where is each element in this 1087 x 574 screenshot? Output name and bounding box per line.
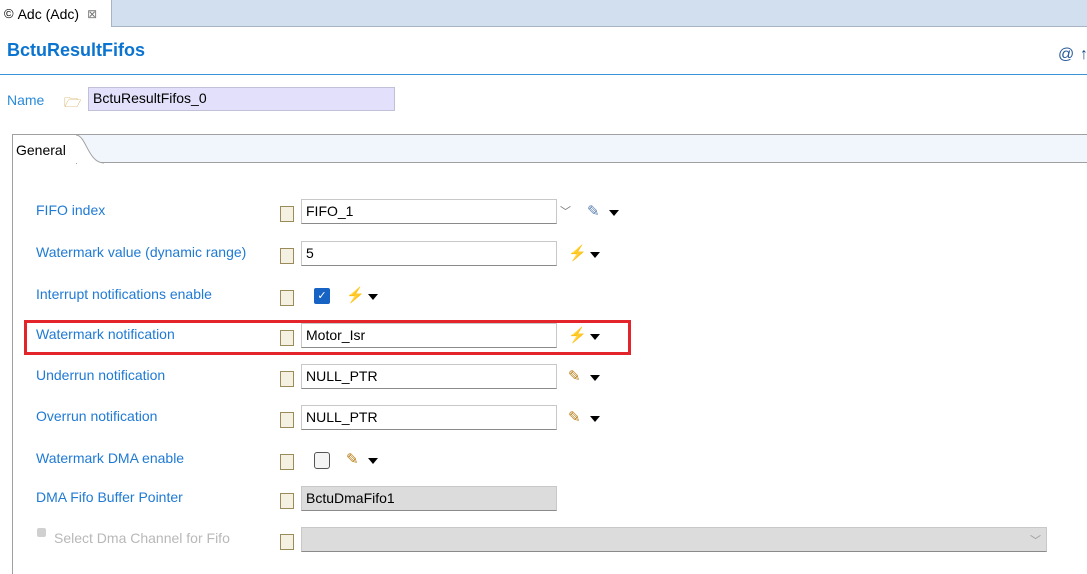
dropdown-arrow-icon[interactable] xyxy=(590,416,600,422)
edit-icon[interactable]: ✎ xyxy=(568,408,581,426)
row-label: Underrun notification xyxy=(36,367,166,383)
header-divider xyxy=(0,74,1087,75)
row-label: Overrun notification xyxy=(36,408,158,424)
row-label: Interrupt notifications enable xyxy=(36,286,212,302)
module-icon: © xyxy=(4,6,14,21)
name-label: Name xyxy=(7,92,45,108)
combo-box[interactable]: FIFO_1 xyxy=(301,199,557,224)
dropdown-arrow-icon[interactable] xyxy=(590,375,600,381)
close-icon[interactable]: ⊠ xyxy=(87,7,97,21)
field-type-icon xyxy=(280,290,294,306)
edit-icon[interactable]: ✎ xyxy=(568,367,581,385)
folder-icon: 🗁 xyxy=(64,94,82,110)
text-field[interactable]: 5 xyxy=(301,241,557,266)
chevron-down-icon[interactable]: ﹀ xyxy=(560,203,571,219)
row-label: Watermark value (dynamic range) xyxy=(36,244,247,260)
text-field[interactable]: NULL_PTR xyxy=(301,364,557,389)
field-type-icon xyxy=(280,206,294,222)
checkbox-unchecked[interactable] xyxy=(314,452,330,469)
text-field[interactable]: NULL_PTR xyxy=(301,405,557,430)
highlight-box xyxy=(24,320,631,355)
field-type-icon xyxy=(280,534,294,550)
wizard-icon[interactable]: ⚡ xyxy=(346,286,365,304)
checkbox-checked[interactable]: ✓ xyxy=(314,288,330,304)
field-type-icon xyxy=(280,412,294,428)
name-input[interactable]: BctuResultFifos_0 xyxy=(88,87,395,111)
edit-icon[interactable]: ✎ xyxy=(587,202,600,220)
editor-tab-adc[interactable]: © Adc (Adc) ⊠ xyxy=(0,0,112,27)
editor-tab-bar xyxy=(0,0,1087,27)
row-label: Select Dma Channel for Fifo xyxy=(54,530,230,546)
field-type-icon xyxy=(280,454,294,470)
page-title: BctuResultFifos xyxy=(7,40,146,60)
group-tab-strip xyxy=(13,135,1087,163)
row-label: Watermark DMA enable xyxy=(36,450,185,466)
text-field[interactable]: BctuDmaFifo1 xyxy=(301,486,557,511)
up-icon[interactable]: ↑ xyxy=(1080,46,1087,64)
row-label: DMA Fifo Buffer Pointer xyxy=(36,489,183,505)
edit-icon[interactable]: ✎ xyxy=(346,450,359,468)
dropdown-arrow-icon[interactable] xyxy=(609,210,619,216)
field-type-icon xyxy=(280,248,294,264)
tab-general[interactable]: General xyxy=(13,135,77,164)
chevron-down-icon[interactable]: ﹀ xyxy=(1030,532,1041,548)
at-icon[interactable]: @ xyxy=(1058,46,1074,64)
wizard-icon[interactable]: ⚡ xyxy=(568,244,587,262)
dropdown-arrow-icon[interactable] xyxy=(368,458,378,464)
enable-checkbox[interactable] xyxy=(37,528,46,537)
row-label: FIFO index xyxy=(36,202,106,218)
text-field[interactable] xyxy=(301,527,1047,552)
dropdown-arrow-icon[interactable] xyxy=(368,294,378,300)
tab-label: Adc (Adc) xyxy=(17,5,80,22)
field-type-icon xyxy=(280,371,294,387)
field-type-icon xyxy=(280,493,294,509)
dropdown-arrow-icon[interactable] xyxy=(590,252,600,258)
tab-curve xyxy=(76,135,105,164)
